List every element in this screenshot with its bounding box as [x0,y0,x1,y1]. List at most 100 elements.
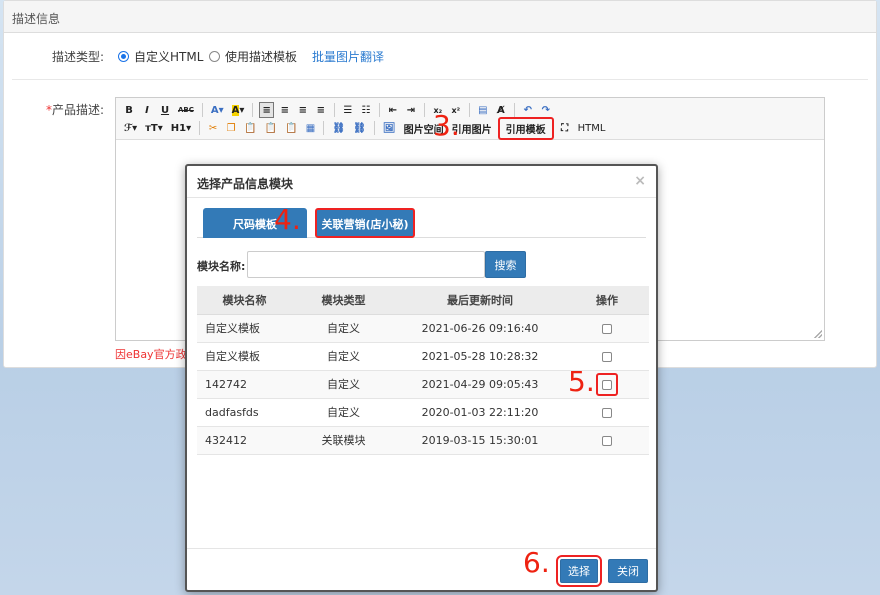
radio-use-template[interactable]: 使用描述模板 [209,48,297,65]
divider [12,79,868,80]
toolbar-separator [423,103,425,117]
bullet-list-icon[interactable]: ☰ [341,102,355,118]
paste-word-icon[interactable]: 📋 [283,120,299,136]
cell-time: 2021-04-29 09:05:43 [395,370,565,399]
editor-toolbar: B I U ABC A ▾ A ▾ ≡ ≡ ≡ ≡ ☰ ☷ ⇤ ⇥ x₂ x² … [116,98,824,140]
radio-dot-checked[interactable] [118,51,129,62]
col-last-updated: 最后更新时间 [395,286,565,315]
col-module-type: 模块类型 [292,286,395,315]
align-justify-icon[interactable]: ≡ [314,102,328,118]
html-source-button[interactable]: HTML [576,123,608,134]
paste-text-icon[interactable]: 📋 [263,120,279,136]
cell-type: 自定义 [292,342,395,371]
col-module-name: 模块名称 [197,286,292,315]
highlight-color-button[interactable]: A ▾ [230,102,247,118]
heading-button[interactable]: H1 ▾ [169,120,193,136]
step-3-annotation: 3. [433,109,460,142]
modal-title: 选择产品信息模块 × [187,166,656,198]
copy-icon[interactable]: ❐ [224,120,238,136]
row-checkbox[interactable] [602,323,612,334]
radio-custom-html[interactable]: 自定义HTML [118,48,203,65]
cell-type: 关联模块 [292,426,395,455]
search-row: 模块名称: 搜索 [197,251,646,279]
search-button[interactable]: 搜索 [485,251,526,278]
policy-note: 因eBay官方政策 [115,348,190,361]
table-row: 432412 关联模块 2019-03-15 15:30:01 [197,426,649,455]
undo-icon[interactable]: ↶ [521,102,535,118]
insert-table-icon[interactable]: ▤ [476,102,490,118]
cell-action [565,398,649,427]
link-icon[interactable]: ⛓ [330,120,347,136]
redo-icon[interactable]: ↷ [539,102,553,118]
table-icon[interactable]: ▦ [303,120,317,136]
bold-button[interactable]: B [122,102,136,118]
cell-name: dadfasfds [197,398,292,427]
module-name-input[interactable] [247,251,485,278]
table-row: 自定义模板 自定义 2021-06-26 09:16:40 [197,314,649,343]
tab-related-marketing[interactable]: 关联营销(店小秘) [315,208,415,238]
desc-type-row: 描述类型: 自定义HTML 使用描述模板 批量图片翻译 [4,48,876,68]
unlink-icon[interactable]: ⛓ [351,120,368,136]
cell-time: 2020-01-03 22:11:20 [395,398,565,427]
cell-type: 自定义 [292,398,395,427]
toolbar-separator [373,121,375,135]
cell-type: 自定义 [292,314,395,343]
cell-name: 432412 [197,426,292,455]
toolbar-separator [378,103,380,117]
cell-time: 2021-05-28 10:28:32 [395,342,565,371]
image-icon[interactable]: 🖼 [381,120,398,136]
paste-icon[interactable]: 📋 [242,120,258,136]
toolbar-separator [252,103,254,117]
step-6-annotation: 6. [523,546,550,579]
col-action: 操作 [565,286,649,315]
fullscreen-icon[interactable]: ⛶ [558,120,572,136]
resize-grip-icon[interactable] [814,330,822,338]
numbered-list-icon[interactable]: ☷ [359,102,373,118]
radio-custom-html-label: 自定义HTML [134,50,204,64]
select-button[interactable]: 选择 [556,555,602,587]
table-header-row: 模块名称 模块类型 最后更新时间 操作 [197,286,649,315]
toolbar-row-2: ℱ ▾ тT ▾ H1 ▾ ✂ ❐ 📋 📋 📋 ▦ ⛓ ⛓ 🖼 图片空间 引用图片 引… [122,116,818,140]
cell-name: 自定义模板 [197,314,292,343]
modal-tabs: 尺码模板 关联营销(店小秘) [197,208,646,238]
cell-time: 2021-06-26 09:16:40 [395,314,565,343]
indent-icon[interactable]: ⇥ [404,102,418,118]
step-4-annotation: 4. [274,203,301,236]
toolbar-row-1: B I U ABC A ▾ A ▾ ≡ ≡ ≡ ≡ ☰ ☷ ⇤ ⇥ x₂ x² … [122,101,818,119]
font-size-button[interactable]: тT ▾ [143,120,165,136]
cell-name: 自定义模板 [197,342,292,371]
desc-type-label: 描述类型: [51,50,104,64]
clear-format-icon[interactable]: A̸ [494,102,508,118]
panel-heading: 描述信息 [4,1,876,33]
product-desc-label: *产品描述: [45,103,104,117]
close-button[interactable]: 关闭 [608,559,648,583]
align-right-icon[interactable]: ≡ [296,102,310,118]
batch-image-translate-link[interactable]: 批量图片翻译 [312,48,384,65]
radio-dot[interactable] [209,51,220,62]
toolbar-separator [201,103,203,117]
table-row: dadfasfds 自定义 2020-01-03 22:11:20 [197,398,649,427]
cell-action [565,426,649,455]
align-center-icon[interactable]: ≡ [278,102,292,118]
underline-button[interactable]: U [158,102,172,118]
close-icon[interactable]: × [634,173,646,189]
font-color-button[interactable]: A ▾ [209,102,226,118]
radio-use-template-label: 使用描述模板 [225,50,298,64]
toolbar-separator [513,103,515,117]
align-left-icon[interactable]: ≡ [259,102,274,118]
outdent-icon[interactable]: ⇤ [386,102,400,118]
row-checkbox[interactable] [602,407,612,418]
italic-button[interactable]: I [140,102,154,118]
toolbar-separator [333,103,335,117]
highlight-box [596,372,618,396]
cut-icon[interactable]: ✂ [206,120,220,136]
cell-time: 2019-03-15 15:30:01 [395,426,565,455]
row-checkbox[interactable] [602,351,612,362]
cell-name: 142742 [197,370,292,399]
cell-type: 自定义 [292,370,395,399]
row-checkbox[interactable] [602,435,612,446]
strikethrough-button[interactable]: ABC [176,102,196,118]
ref-template-button[interactable]: 引用模板 [497,116,554,140]
row-checkbox[interactable] [602,379,612,390]
font-family-button[interactable]: ℱ ▾ [122,120,139,136]
